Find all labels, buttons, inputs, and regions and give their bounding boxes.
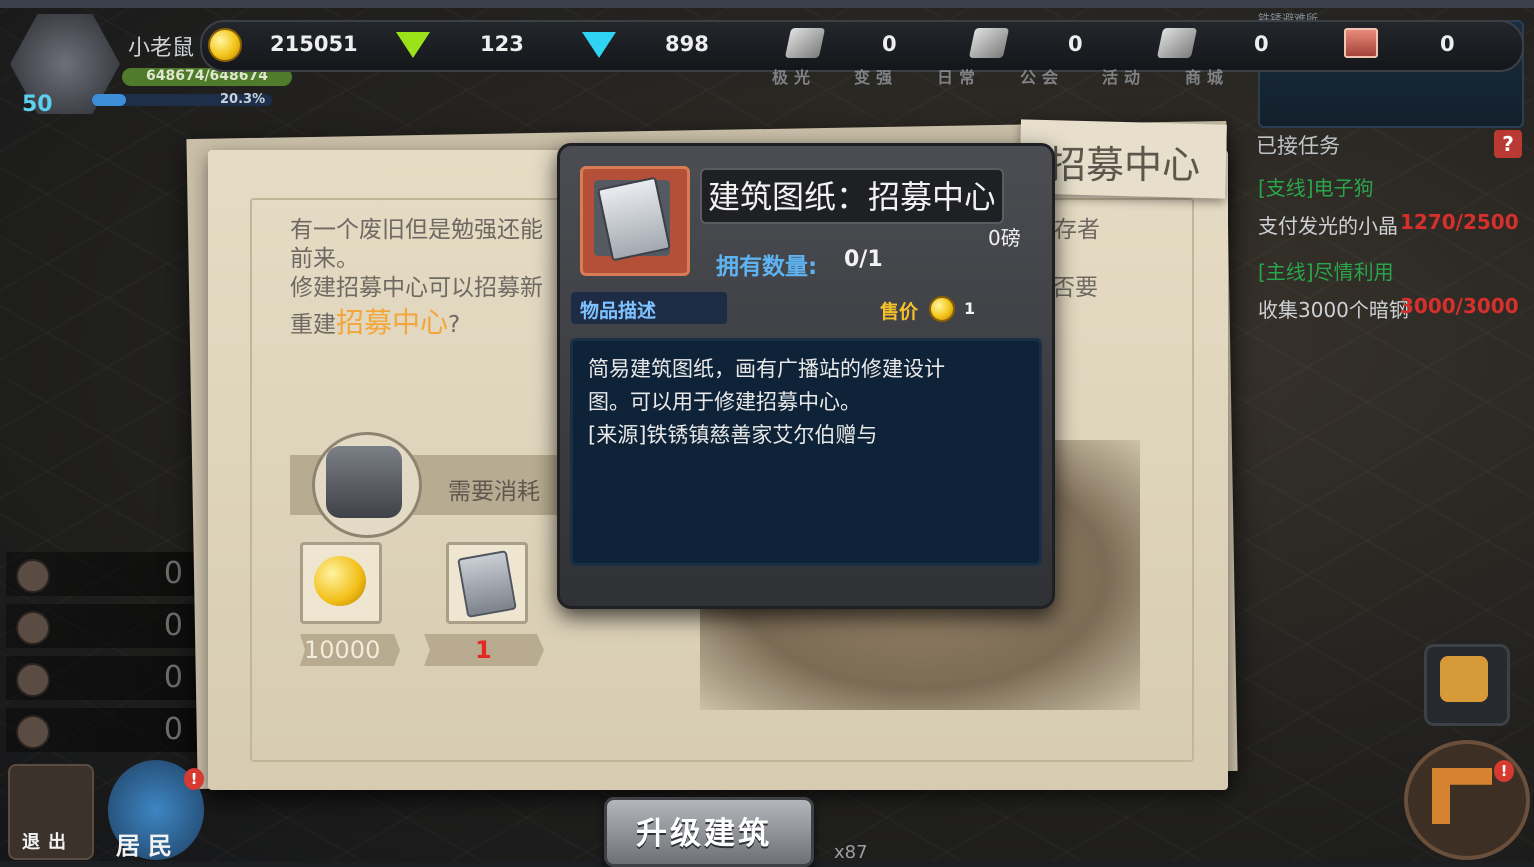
- exp-bar-fill: [92, 94, 126, 106]
- metal-icon: [16, 663, 50, 697]
- chest-amount: 0: [1440, 32, 1455, 56]
- blue-diamond-icon: [582, 32, 616, 58]
- quest-tag[interactable]: [主线]尽情利用: [1258, 256, 1394, 285]
- quest-tag[interactable]: [支线]电子狗: [1258, 172, 1374, 201]
- green-gem-amount: 123: [480, 32, 524, 56]
- cost-gold-amount: 10000: [304, 636, 381, 664]
- gold-amount: 215051: [270, 32, 358, 56]
- left-counter-row: 0: [6, 604, 201, 648]
- blueprint-icon: [457, 550, 517, 618]
- exit-label: 退出: [22, 832, 74, 853]
- dialog-text-line: 有一个废旧但是勉强还能: [290, 217, 543, 243]
- player-name: 小老鼠: [128, 36, 195, 61]
- dialog-title: 招募中心: [1048, 143, 1201, 187]
- left-counter-row: 0: [6, 708, 201, 752]
- player-level: 50: [22, 92, 53, 117]
- price-label: 售价: [880, 301, 919, 323]
- nav-events[interactable]: 活动: [1102, 64, 1146, 88]
- quest-help-button[interactable]: ?: [1494, 130, 1522, 158]
- residents-label: 居民: [116, 832, 180, 860]
- steel-plate-icon: [1156, 28, 1198, 58]
- gold-stack-icon: [314, 556, 366, 606]
- crystal-amount: 0: [882, 32, 897, 56]
- window-top-edge: [0, 0, 1534, 8]
- item-title: 建筑图纸：招募中心: [708, 178, 994, 216]
- quest-desc: 支付发光的小晶: [1258, 214, 1398, 238]
- quest-progress: 3000/3000: [1400, 294, 1519, 318]
- desc-tab-label: 物品描述: [580, 300, 657, 322]
- dialog-text-line: 前来。: [290, 246, 359, 272]
- radio-icon: [326, 446, 402, 518]
- quest-panel-header: 已接任务: [1256, 134, 1340, 158]
- dialog-text-line: 修建招募中心可以招募新: [290, 275, 543, 301]
- dialog-question: 重建招募中心?: [290, 306, 461, 339]
- desc-line: 简易建筑图纸，画有广播站的修建设计: [588, 357, 945, 381]
- crystal-icon: [784, 28, 826, 58]
- alert-badge: !: [1494, 760, 1514, 782]
- left-counter-row: 0: [6, 656, 201, 700]
- nav-guild[interactable]: 公会: [1020, 64, 1064, 88]
- iron-bar-amount: 0: [1068, 32, 1083, 56]
- price-coin-icon: [929, 296, 955, 322]
- nav-shop[interactable]: 商城: [1185, 64, 1229, 88]
- left-counter-row: 0: [6, 552, 201, 596]
- upgrade-building-label: 升级建筑: [636, 816, 772, 852]
- crate-icon: [16, 559, 50, 593]
- owned-value: 0/1: [844, 247, 883, 272]
- chest-icon: [1344, 28, 1378, 58]
- steel-plate-amount: 0: [1254, 32, 1269, 56]
- gold-coin-icon: [208, 28, 242, 62]
- nav-aurora[interactable]: 极光: [772, 64, 816, 88]
- price-value: 1: [964, 299, 976, 318]
- owned-label: 拥有数量:: [716, 254, 818, 280]
- iron-bar-icon: [968, 28, 1010, 58]
- crystal-small-icon: [16, 715, 50, 749]
- dialog-text-line: 否要: [1052, 275, 1098, 301]
- item-weight: 0磅: [988, 226, 1021, 250]
- blue-diamond-amount: 898: [665, 32, 709, 56]
- stone-icon: [16, 611, 50, 645]
- building-name-highlight: 招募中心: [336, 306, 449, 339]
- stack-count: x87: [834, 842, 868, 863]
- map-button[interactable]: [1404, 740, 1530, 860]
- nav-strengthen[interactable]: 变强: [854, 64, 898, 88]
- exp-text: 20.3%: [220, 92, 266, 107]
- cost-blueprint-amount: 1: [475, 636, 492, 664]
- dialog-text-line: 存者: [1054, 217, 1100, 243]
- quest-desc: 收集3000个暗钢: [1258, 298, 1409, 322]
- consume-label: 需要消耗: [448, 479, 540, 505]
- quest-progress: 1270/2500: [1400, 210, 1519, 234]
- desc-line: 图。可以用于修建招募中心。: [588, 390, 861, 414]
- chat-icon: [1440, 656, 1488, 702]
- nav-daily[interactable]: 日常: [937, 64, 981, 88]
- alert-badge: !: [184, 768, 204, 790]
- desc-line: [来源]铁锈镇慈善家艾尔伯赠与: [588, 423, 878, 447]
- green-gem-icon: [396, 32, 430, 58]
